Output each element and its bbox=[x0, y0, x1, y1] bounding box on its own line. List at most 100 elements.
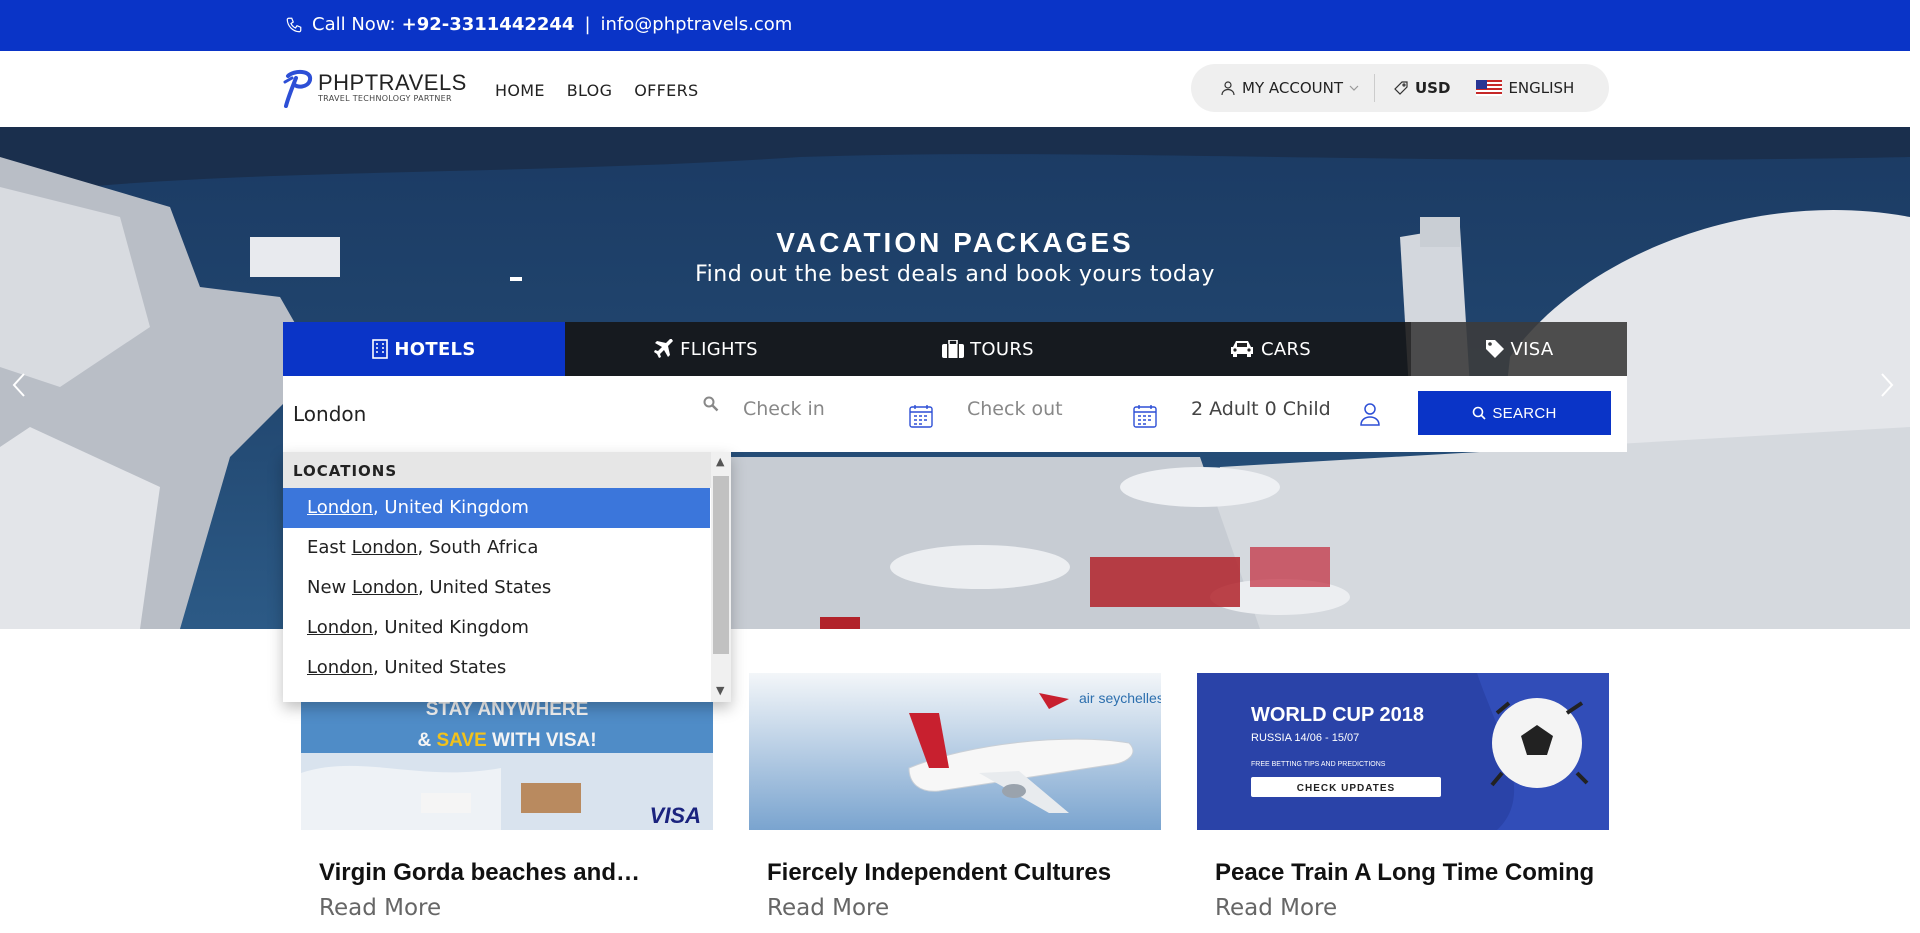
blog-card[interactable]: air seychelles Fiercely Independent Cult… bbox=[749, 673, 1161, 921]
user-icon bbox=[1221, 81, 1235, 96]
location-input[interactable] bbox=[283, 376, 730, 452]
item-suffix: , United States bbox=[372, 657, 507, 678]
main-menu: HOME BLOG OFFERS bbox=[495, 81, 720, 100]
search-button-label: SEARCH bbox=[1492, 404, 1557, 422]
person-icon[interactable] bbox=[1360, 402, 1380, 426]
slider-prev-arrow-icon[interactable] bbox=[12, 372, 26, 398]
menu-blog[interactable]: BLOG bbox=[567, 81, 613, 100]
tab-visa-label: VISA bbox=[1510, 338, 1554, 360]
logo-mark-icon bbox=[283, 69, 313, 108]
tab-cars-label: CARS bbox=[1260, 338, 1311, 360]
dropdown-scrollbar[interactable]: ▲ ▼ bbox=[711, 452, 731, 702]
visa-logo-text: VISA bbox=[650, 803, 701, 828]
item-suffix: , United Kingdom bbox=[372, 497, 529, 518]
building-icon bbox=[372, 339, 389, 359]
tab-visa[interactable]: VISA bbox=[1411, 322, 1627, 376]
world-cup-line2: RUSSIA 14/06 - 15/07 bbox=[1251, 732, 1359, 744]
visa-banner-save: SAVE bbox=[436, 730, 486, 751]
blog-card[interactable]: STAY ANYWHERE & SAVE WITH VISA! VISA Vir… bbox=[301, 673, 713, 921]
item-match: London bbox=[307, 617, 373, 638]
card-title[interactable]: Peace Train A Long Time Coming bbox=[1215, 860, 1595, 885]
logo-tagline: TRAVEL TECHNOLOGY PARTNER bbox=[318, 94, 452, 103]
phone-number[interactable]: +92-3311442244 bbox=[402, 14, 575, 35]
currency-tag-icon bbox=[1394, 81, 1408, 95]
suitcase-icon bbox=[942, 340, 965, 358]
location-autocomplete-dropdown: LOCATIONS London, United Kingdom East Lo… bbox=[283, 452, 731, 702]
menu-offers[interactable]: OFFERS bbox=[634, 81, 698, 100]
item-prefix: New bbox=[307, 577, 352, 598]
card-title[interactable]: Fiercely Independent Cultures bbox=[767, 860, 1147, 885]
email-link[interactable]: info@phptravels.com bbox=[601, 14, 793, 35]
page: Call Now: +92-3311442244 | info@phptrave… bbox=[0, 0, 1920, 933]
us-flag-icon bbox=[1476, 80, 1503, 96]
item-match: London bbox=[307, 657, 373, 678]
tab-flights-label: FLIGHTS bbox=[680, 338, 758, 360]
read-more-link[interactable]: Read More bbox=[767, 895, 1161, 921]
search-button-icon bbox=[1473, 406, 1486, 420]
scrollbar-thumb[interactable] bbox=[713, 476, 729, 654]
account-bar: MY ACCOUNT USD ENGLISH bbox=[1191, 64, 1609, 112]
calendar-checkin-icon[interactable] bbox=[908, 403, 934, 429]
menu-home[interactable]: HOME bbox=[495, 81, 545, 100]
slider-next-arrow-icon[interactable] bbox=[1880, 372, 1894, 398]
read-more-link[interactable]: Read More bbox=[1215, 895, 1609, 921]
tab-tours[interactable]: TOURS bbox=[847, 322, 1129, 376]
language-selector[interactable]: ENGLISH bbox=[1476, 79, 1574, 97]
page-scroll-track bbox=[1910, 0, 1920, 933]
item-suffix: , United States bbox=[417, 577, 552, 598]
scroll-up-icon[interactable]: ▲ bbox=[716, 455, 724, 468]
item-suffix: , United Kingdom bbox=[372, 617, 529, 638]
search-tabs: HOTELS FLIGHTS TOURS CARS VISA bbox=[283, 322, 1627, 376]
air-seychelles-logo-text: air seychelles bbox=[1079, 690, 1161, 706]
currency-selector[interactable]: USD bbox=[1393, 79, 1450, 97]
main-navbar: PHPTRAVELS TRAVEL TECHNOLOGY PARTNER HOM… bbox=[0, 51, 1910, 127]
air-seychelles-banner-image: air seychelles bbox=[749, 673, 1161, 830]
checkout-field[interactable]: Check out bbox=[967, 398, 1063, 420]
scroll-down-icon[interactable]: ▼ bbox=[716, 684, 724, 697]
checkin-field[interactable]: Check in bbox=[743, 398, 825, 420]
dropdown-header: LOCATIONS bbox=[283, 452, 731, 488]
dropdown-item[interactable]: East London, South Africa bbox=[283, 528, 710, 568]
dropdown-list: London, United Kingdom East London, Sout… bbox=[283, 488, 731, 688]
item-match: London bbox=[351, 577, 418, 598]
card-image-world-cup[interactable]: WORLD CUP 2018 RUSSIA 14/06 - 15/07 FREE… bbox=[1197, 673, 1609, 830]
tab-tours-label: TOURS bbox=[970, 338, 1034, 360]
world-cup-line1: WORLD CUP 2018 bbox=[1251, 704, 1424, 726]
hero-subtitle: Find out the best deals and book yours t… bbox=[695, 262, 1215, 287]
language-label: ENGLISH bbox=[1508, 79, 1575, 97]
tab-cars[interactable]: CARS bbox=[1129, 322, 1411, 376]
tag-icon bbox=[1485, 340, 1504, 358]
blog-card[interactable]: WORLD CUP 2018 RUSSIA 14/06 - 15/07 FREE… bbox=[1197, 673, 1609, 921]
guests-field[interactable]: 2 Adult 0 Child bbox=[1191, 398, 1331, 420]
item-match: London bbox=[307, 497, 373, 518]
item-match: London bbox=[351, 537, 418, 558]
hero-title: VACATION PACKAGES bbox=[776, 227, 1134, 258]
world-cup-line3: FREE BETTING TIPS AND PREDICTIONS bbox=[1251, 761, 1386, 768]
tab-hotels[interactable]: HOTELS bbox=[283, 322, 565, 376]
currency-label: USD bbox=[1415, 79, 1451, 97]
world-cup-button: CHECK UPDATES bbox=[1297, 783, 1395, 794]
tab-flights[interactable]: FLIGHTS bbox=[565, 322, 847, 376]
top-contact-bar: Call Now: +92-3311442244 | info@phptrave… bbox=[0, 0, 1910, 51]
item-suffix: , South Africa bbox=[417, 537, 539, 558]
read-more-link[interactable]: Read More bbox=[319, 895, 713, 921]
hotel-search-form: Check in Check out 2 Adult 0 Child SEARC… bbox=[283, 376, 1627, 452]
account-divider bbox=[1374, 74, 1375, 102]
chevron-down-icon bbox=[1349, 85, 1359, 91]
dropdown-item[interactable]: London, United Kingdom bbox=[283, 488, 710, 528]
contact-separator: | bbox=[584, 14, 591, 35]
dropdown-item[interactable]: London, United States bbox=[283, 648, 710, 688]
dropdown-item[interactable]: New London, United States bbox=[283, 568, 710, 608]
logo-brand-text: PHPTRAVELS bbox=[318, 70, 467, 95]
logo[interactable]: PHPTRAVELS TRAVEL TECHNOLOGY PARTNER bbox=[282, 68, 467, 108]
search-button[interactable]: SEARCH bbox=[1418, 391, 1611, 435]
my-account-label: MY ACCOUNT bbox=[1242, 79, 1343, 97]
dropdown-item[interactable]: London, United Kingdom bbox=[283, 608, 710, 648]
tab-hotels-label: HOTELS bbox=[394, 338, 476, 360]
visa-banner-line2c: WITH VISA! bbox=[487, 730, 597, 751]
calendar-checkout-icon[interactable] bbox=[1132, 403, 1158, 429]
my-account-dropdown[interactable]: MY ACCOUNT bbox=[1220, 79, 1360, 97]
card-title[interactable]: Virgin Gorda beaches and… bbox=[319, 860, 699, 885]
card-image-air-seychelles[interactable]: air seychelles bbox=[749, 673, 1161, 830]
world-cup-banner-image: WORLD CUP 2018 RUSSIA 14/06 - 15/07 FREE… bbox=[1197, 673, 1609, 830]
